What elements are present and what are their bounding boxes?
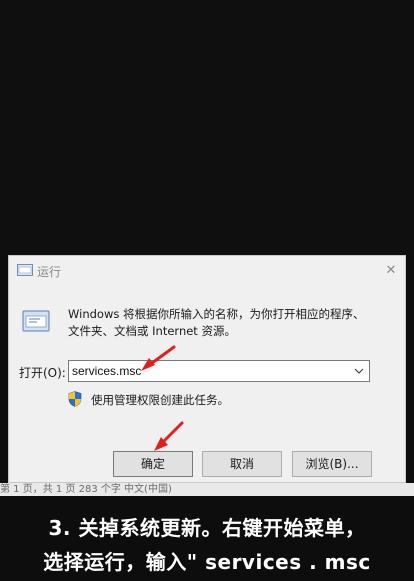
shield-icon: [68, 391, 82, 407]
run-dialog: 运行 ✕ Windows 将根据你所输入的名称，为你打开相应的程序、 文件夹、文…: [8, 255, 406, 483]
caption-overlay: 3. 关掉系统更新。右键开始菜单， 选择运行，输入" services . ms…: [0, 498, 414, 581]
ok-button[interactable]: 确定: [113, 451, 193, 477]
description-line-1: Windows 将根据你所输入的名称，为你打开相应的程序、: [68, 307, 365, 321]
status-bar: 第 1 页，共 1 页 283 个字 中文(中国): [0, 483, 414, 496]
browse-button[interactable]: 浏览(B)...: [292, 451, 372, 477]
cancel-button[interactable]: 取消: [202, 451, 282, 477]
admin-task-text: 使用管理权限创建此任务。: [91, 393, 229, 407]
dialog-description: Windows 将根据你所输入的名称，为你打开相应的程序、 文件夹、文档或 In…: [68, 306, 378, 340]
titlebar: 运行 ✕: [9, 256, 405, 286]
description-line-2: 文件夹、文档或 Internet 资源。: [68, 324, 236, 338]
open-input-value[interactable]: services.msc: [72, 364, 141, 378]
dialog-title: 运行: [37, 265, 62, 279]
open-combobox[interactable]: services.msc: [68, 360, 370, 382]
caption-line-2: 选择运行，输入" services . msc: [43, 550, 371, 574]
close-button[interactable]: ✕: [379, 260, 403, 282]
run-program-icon: [22, 310, 50, 332]
run-icon: [17, 264, 33, 276]
open-label: 打开(O):: [19, 366, 66, 380]
dark-background: [0, 0, 414, 255]
chevron-down-icon[interactable]: [353, 365, 365, 377]
caption-line-1: 3. 关掉系统更新。右键开始菜单，: [48, 516, 366, 540]
